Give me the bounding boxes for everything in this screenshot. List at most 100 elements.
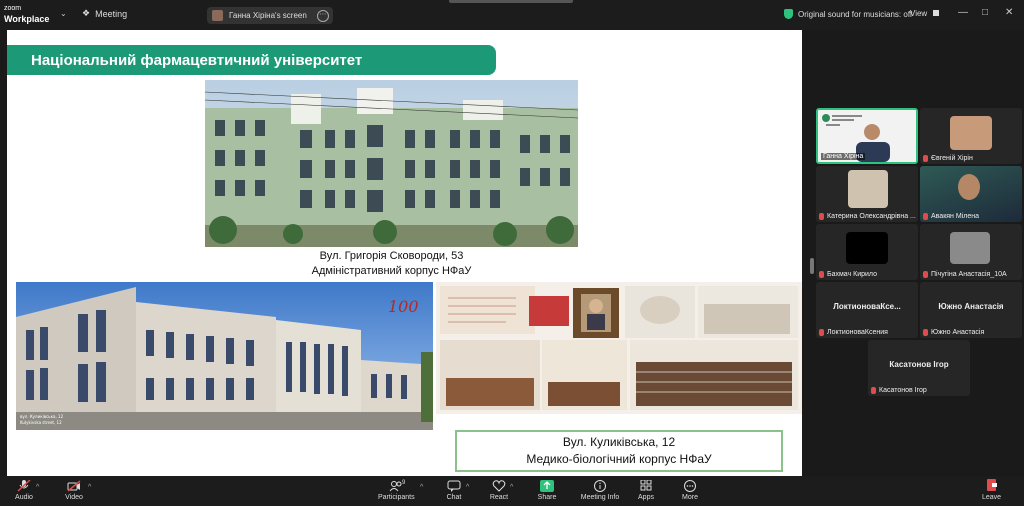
shared-screen: Національний фармацевтичний університет (7, 30, 802, 476)
leave-button[interactable]: Leave (982, 479, 1001, 501)
participant-tile[interactable]: Євгеній Хірін (920, 108, 1022, 164)
shield-icon (784, 9, 793, 19)
leave-icon (986, 479, 997, 491)
maximize-icon[interactable]: □ (982, 7, 988, 18)
panel-resize-handle[interactable] (810, 258, 814, 274)
medbio-building-photo: 100 вул. Куликівська, 12 Kulykivska stre… (16, 282, 433, 430)
mic-muted-icon (819, 271, 824, 278)
view-label: View (910, 9, 928, 18)
participant-display-name: Южно Анастасія (938, 302, 1004, 311)
chevron-up-icon: ^ (466, 484, 470, 491)
share-screen-pill[interactable]: Ганна Хіріна's screen ⋯ (207, 7, 333, 24)
sound-status[interactable]: Original sound for musicians: off (784, 9, 912, 19)
avatar (212, 10, 223, 21)
caption2-line2: Медико-біологічний корпус НФаУ (526, 452, 712, 466)
participant-name: Касатонов Ігор (879, 387, 927, 394)
logo-line2: Workplace (4, 14, 50, 24)
apps-button[interactable]: Apps (636, 480, 656, 501)
title-banner: Національний фармацевтичний університет (7, 45, 496, 75)
participant-tile[interactable]: Катерина Олександрівна ... (816, 166, 918, 222)
video-off-icon (67, 480, 81, 492)
participants-icon (389, 481, 402, 492)
more-button[interactable]: More (680, 480, 700, 501)
chat-button[interactable]: Chat (444, 480, 464, 501)
video-feed (846, 232, 888, 264)
participant-label: Авакян Мілена (923, 213, 979, 220)
leave-label: Leave (982, 494, 1002, 501)
participant-name: Ганна Хіріна (821, 153, 866, 160)
caption1-line2: Адміністративний корпус НФаУ (311, 265, 472, 277)
chevron-up-icon: ^ (36, 484, 40, 491)
chevron-up-icon: ^ (420, 484, 424, 491)
slide-title: Національний фармацевтичний університет (31, 52, 363, 69)
admin-building-caption: Вул. Григорія Сковороди, 53 Адміністрати… (205, 249, 578, 279)
medbio-building-caption: Вул. Куликівська, 12 Медико-біологічний … (455, 430, 783, 472)
participant-name: Катерина Олександрівна ... (827, 213, 916, 220)
participant-label: Катерина Олександрівна ... (819, 213, 916, 220)
drag-handle[interactable] (449, 0, 573, 3)
participant-tile[interactable]: Пічугіна Анастасія_10А (920, 224, 1022, 280)
participants-count: 9 (402, 480, 406, 486)
paw-icon: ❖ (82, 8, 91, 18)
zoom-logo[interactable]: zoom Workplace (4, 4, 49, 24)
info-icon (594, 480, 606, 492)
participant-tile[interactable]: Южно Анастасія Южно Анастасія (920, 282, 1022, 338)
audio-label: Audio (15, 494, 33, 501)
participant-label: Пічугіна Анастасія_10А (923, 271, 1007, 278)
participant-display-name: Касатонов Ігор (889, 360, 949, 369)
more-options-icon[interactable]: ⋯ (317, 10, 329, 22)
participant-tile[interactable]: Ганна Хіріна (816, 108, 918, 164)
participant-tile[interactable]: Авакян Мілена (920, 166, 1022, 222)
mic-muted-icon (819, 213, 824, 220)
video-feed (950, 232, 990, 264)
photo-small-text1: вул. Куликівська, 12 (20, 414, 64, 419)
participant-label: ЛоктионоваКсения (819, 329, 888, 336)
chevron-down-icon[interactable]: ⌄ (60, 9, 67, 18)
participant-name: Авакян Мілена (931, 213, 979, 220)
mic-muted-icon (871, 387, 876, 394)
meeting-info-label: Meeting Info (580, 494, 620, 501)
participant-label: Касатонов Ігор (871, 387, 927, 394)
share-button[interactable]: Share (536, 480, 558, 501)
apps-label: Apps (638, 494, 654, 501)
view-button[interactable]: View (910, 9, 940, 18)
mic-muted-icon (923, 271, 928, 278)
participants-button[interactable]: Participants 9 (378, 480, 415, 501)
photo-badge: 100 (388, 297, 419, 316)
more-label: More (682, 494, 698, 501)
mic-muted-icon (923, 155, 928, 162)
participant-label: Ганна Хіріна (821, 153, 866, 160)
share-pill-label: Ганна Хіріна's screen (229, 11, 307, 20)
mic-muted-icon (923, 329, 928, 336)
participant-tile[interactable]: ЛоктионоваКсе... ЛоктионоваКсения (816, 282, 918, 338)
meeting-menu[interactable]: ❖ Meeting (82, 8, 127, 19)
participant-name: Пічугіна Анастасія_10А (931, 271, 1007, 278)
react-button[interactable]: React (488, 480, 510, 501)
meeting-toolbar: Audio ^ Video ^ Participants 9 ^ Chat ^ … (0, 476, 1024, 506)
participant-tile[interactable]: Касатонов Ігор Касатонов Ігор (868, 340, 970, 396)
share-screen-icon (540, 480, 554, 492)
chat-icon (447, 480, 461, 492)
photo-small-text2: Kulykivska street, 12 (20, 420, 62, 425)
grid-icon (933, 10, 940, 16)
meeting-info-button[interactable]: Meeting Info (580, 480, 620, 501)
video-button[interactable]: Video (62, 480, 86, 501)
more-icon (684, 480, 696, 492)
mic-muted-icon (17, 480, 31, 492)
heart-icon (492, 480, 506, 492)
top-bar: zoom Workplace ⌄ ❖ Meeting Ганна Хіріна'… (0, 0, 1024, 30)
participant-name: Євгеній Хірін (931, 155, 973, 162)
minimize-icon[interactable]: — (958, 7, 968, 18)
video-feed (848, 170, 888, 208)
mic-muted-icon (923, 213, 928, 220)
meeting-label: Meeting (95, 8, 128, 19)
audio-button[interactable]: Audio (12, 480, 36, 501)
participant-display-name: ЛоктионоваКсе... (833, 302, 901, 311)
close-icon[interactable]: ✕ (1005, 7, 1013, 18)
share-label: Share (537, 494, 557, 501)
participant-label: Євгеній Хірін (923, 155, 973, 162)
apps-icon (640, 480, 652, 491)
participant-label: Бахмач Кирило (819, 271, 877, 278)
video-label: Video (65, 494, 83, 501)
participant-tile[interactable]: Бахмач Кирило (816, 224, 918, 280)
